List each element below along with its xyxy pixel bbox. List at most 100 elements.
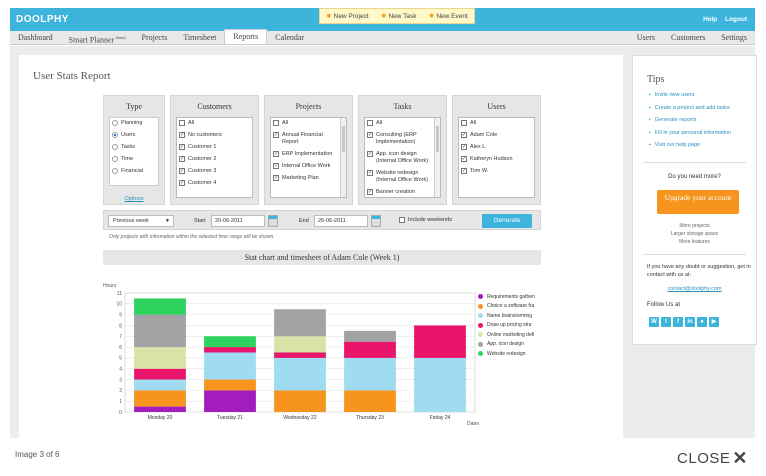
legend-label: Website redesign [487, 350, 526, 357]
tab-timesheet[interactable]: Timesheet [175, 31, 224, 44]
bar-segment [274, 390, 326, 412]
range-note: Only projects with information within th… [109, 234, 275, 240]
generate-button[interactable]: Generate [482, 214, 532, 228]
tab-customers[interactable]: Customers [663, 31, 713, 44]
legend-label: Draw up pricing stra [487, 322, 532, 329]
follow-label: Follow Us at [647, 302, 681, 308]
customer-3[interactable]: ✓ Customer 3 [179, 168, 250, 175]
user-adam-cole[interactable]: ✓ Adam Cole [461, 132, 532, 139]
user-tom[interactable]: ✓ Tom W. [461, 168, 532, 175]
bar-segment [344, 390, 396, 412]
tab-dashboard[interactable]: Dashboard [10, 31, 61, 44]
projects-scrollbar[interactable] [340, 118, 346, 197]
include-weekends[interactable]: Include weekends [399, 217, 452, 223]
type-option-users[interactable]: Users [112, 132, 156, 139]
users-filter: Users All ✓ Adam Cole ✓ Alex L. ✓ Katheryn … [452, 95, 541, 205]
new-task-button[interactable]: ✹ New Task [381, 12, 417, 20]
app-logo[interactable]: DOOLPHY [16, 14, 69, 25]
customer-all[interactable]: All [179, 120, 250, 127]
tab-reports[interactable]: Reports [224, 29, 268, 44]
logout-link[interactable]: Logout [725, 16, 747, 23]
youtube-icon[interactable]: ▶ [709, 317, 719, 327]
tasks-filter: Tasks All ✓ Consulting (ERP Implementatio… [358, 95, 447, 205]
facebook-icon[interactable]: f [673, 317, 683, 327]
tab-projects[interactable]: Projects [134, 31, 176, 44]
customer-2[interactable]: ✓ Customer 2 [179, 156, 250, 163]
task-consulting[interactable]: ✓ Consulting (ERP Implementation) [367, 132, 431, 146]
task-banner[interactable]: ✓ Banner creation [367, 189, 431, 196]
type-option-planning[interactable]: Planning [112, 120, 156, 127]
project-marketing-plan[interactable]: ✓ Marketing Plan [273, 175, 337, 182]
stacked-bar-chart: 0 1 2 3 4 5 6 7 8 9 10 11Hours Dates Monday 20 Tuesday… [103, 283, 479, 427]
scrollbar-thumb[interactable] [436, 126, 439, 152]
task-all[interactable]: All [367, 120, 431, 127]
projects-heading: Projects [295, 102, 322, 111]
legend-swatch [478, 322, 483, 328]
linkedin-icon[interactable]: in [685, 317, 695, 327]
customer-4[interactable]: ✓ Customer 4 [179, 180, 250, 187]
tip-generate-reports[interactable]: Generate reports [649, 117, 731, 123]
end-label: End [299, 218, 309, 224]
calendar-icon[interactable] [371, 215, 381, 227]
twitter-icon[interactable]: t [661, 317, 671, 327]
checkbox-checked-icon: ✓ [461, 156, 467, 162]
top-bar: DOOLPHY ✹ New Project ✹ New Task ✹ New Even… [10, 8, 755, 31]
type-option-tasks[interactable]: Tasks [112, 144, 156, 151]
checkbox-icon [273, 120, 279, 126]
tip-invite-users[interactable]: Invite new users [649, 92, 731, 98]
tab-smart-planner[interactable]: Smart Planner (beta) [61, 31, 134, 45]
user-katheryn[interactable]: ✓ Katheryn Hudson [461, 156, 532, 163]
tab-users[interactable]: Users [629, 31, 663, 44]
tip-personal-info[interactable]: Fill in your personal information [649, 130, 731, 136]
bar-segment [414, 325, 466, 358]
user-alex[interactable]: ✓ Alex L. [461, 144, 532, 151]
task-icon-design[interactable]: ✓ App. icon design (Internal Office Work) [367, 151, 431, 165]
project-erp[interactable]: ✓ ERP Implementation [273, 151, 337, 158]
start-date-input[interactable]: 20-06-2011 [211, 215, 265, 227]
tips-panel: Tips Invite new users Create a project a… [632, 55, 757, 345]
checkbox-icon [367, 120, 373, 126]
y-tick-label: 4 [119, 367, 122, 373]
checkbox-checked-icon: ✓ [179, 132, 185, 138]
flickr-icon[interactable]: ● [697, 317, 707, 327]
project-all[interactable]: All [273, 120, 337, 127]
contact-email-link[interactable]: contact@doolphy.com [633, 286, 756, 292]
new-event-button[interactable]: ✹ New Event [429, 12, 468, 20]
legend-item: Name brainstorming [478, 311, 568, 321]
options-link[interactable]: Options [104, 196, 164, 202]
legend-swatch [478, 332, 483, 338]
chart-legend: Requirements gatheri Choice a software fr… [478, 292, 568, 359]
legend-label: Online marketing defi [487, 331, 535, 338]
checkbox-checked-icon: ✓ [367, 170, 373, 176]
tip-help-page[interactable]: Visit our help page [649, 142, 731, 148]
type-option-time[interactable]: Time [112, 156, 156, 163]
projects-list: All ✓ Annual Financial Report ✓ ERP Implem… [270, 117, 347, 198]
tab-calendar[interactable]: Calendar [267, 31, 312, 44]
help-link[interactable]: Help [703, 16, 717, 23]
customers-list: All ✓ No customers ✓ Customer 1 ✓ Customer … [176, 117, 253, 198]
upgrade-button[interactable]: Upgrade your account [657, 190, 739, 214]
scrollbar-thumb[interactable] [342, 126, 345, 152]
period-select[interactable]: Previous week ▼ [108, 215, 174, 227]
checkbox-checked-icon: ✓ [273, 163, 279, 169]
new-project-button[interactable]: ✹ New Project [326, 12, 369, 20]
task-website-redesign[interactable]: ✓ Website redesign (Internal Office Work) [367, 170, 431, 184]
bar-segment [134, 368, 186, 380]
project-internal-office[interactable]: ✓ Internal Office Work [273, 163, 337, 170]
type-list: Planning Users Tasks Time Financial [109, 117, 159, 186]
tasks-scrollbar[interactable] [434, 118, 440, 197]
projects-filter: Projects All ✓ Annual Financial Report ✓ E… [264, 95, 353, 205]
tip-create-project[interactable]: Create a project and add tasks [649, 105, 731, 111]
calendar-icon[interactable] [268, 215, 278, 227]
tab-settings[interactable]: Settings [713, 31, 755, 44]
end-date-input[interactable]: 26-06-2011 [314, 215, 368, 227]
customer-none[interactable]: ✓ No customers [179, 132, 250, 139]
customer-1[interactable]: ✓ Customer 1 [179, 144, 250, 151]
user-all[interactable]: All [461, 120, 532, 127]
type-option-financial[interactable]: Financial [112, 168, 156, 175]
project-annual-report[interactable]: ✓ Annual Financial Report [273, 132, 337, 146]
y-axis-label: Hours [103, 283, 117, 289]
social-icons: W t f in ● ▶ [649, 317, 719, 327]
wordpress-icon[interactable]: W [649, 317, 659, 327]
close-button[interactable]: CLOSE ✕ [677, 448, 748, 469]
